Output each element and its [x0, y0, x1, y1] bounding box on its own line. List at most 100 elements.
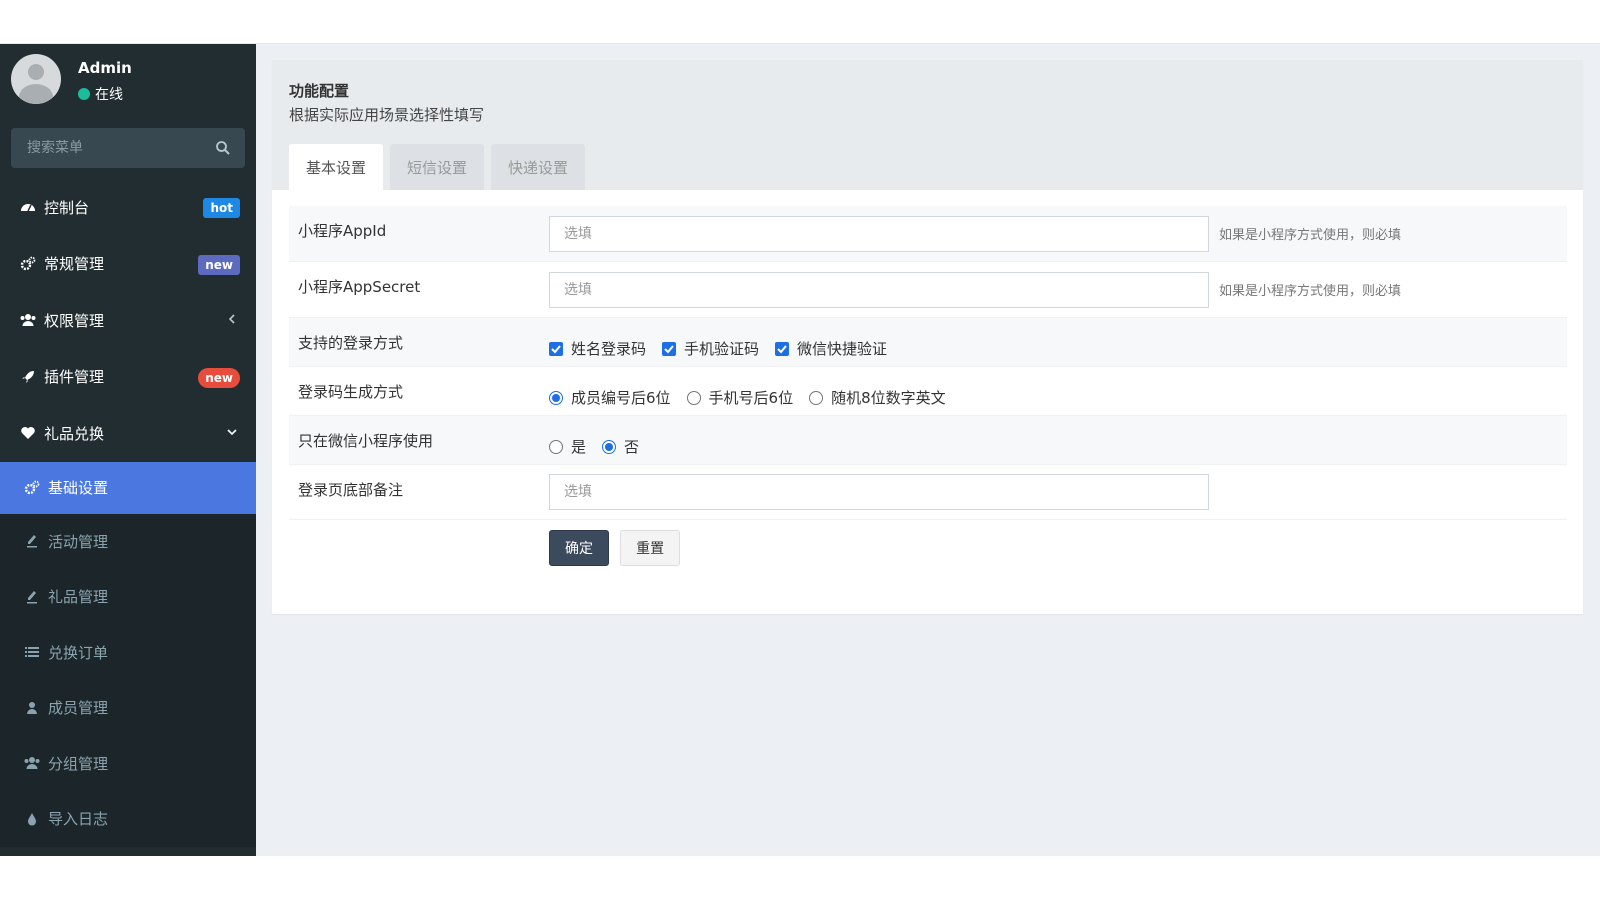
sidebar-item-label: 礼品管理 — [48, 588, 109, 607]
user-icon — [24, 700, 40, 716]
footer-note-input[interactable] — [549, 474, 1209, 510]
config-panel: 功能配置 根据实际应用场景选择性填写 基本设置 短信设置 快递设置 小程序App… — [272, 60, 1583, 614]
rocket-icon — [20, 369, 36, 385]
chevron-down-icon — [227, 429, 237, 436]
search-menu-input[interactable] — [11, 128, 211, 168]
gift-submenu: 基础设置 活动管理 礼品管理 兑换订单 成员管理 分组管理 导入日志 — [0, 461, 256, 847]
sidebar-item-gift[interactable]: 礼品兑换 — [0, 405, 256, 462]
radio-selected[interactable] — [549, 390, 563, 405]
login-method-sms-code[interactable]: 手机验证码 — [662, 338, 759, 359]
panel-header: 功能配置 根据实际应用场景选择性填写 基本设置 短信设置 快递设置 — [272, 60, 1583, 190]
sidebar-item-import-log[interactable]: 导入日志 — [0, 791, 256, 847]
sidebar-item-basic-settings[interactable]: 基础设置 — [0, 461, 256, 514]
option-label: 是 — [571, 438, 587, 456]
heart-icon — [20, 425, 36, 441]
drop-icon — [24, 811, 40, 827]
option-label: 微信快捷验证 — [797, 340, 888, 358]
sidebar-menu: 控制台 hot 常规管理 new 权限管理 插件管理 new 礼品兑换 基础设置… — [0, 179, 256, 847]
sidebar-item-addons[interactable]: 插件管理 new — [0, 349, 256, 406]
pencil-icon — [24, 589, 40, 605]
users-icon — [24, 755, 40, 771]
sidebar-item-label: 兑换订单 — [48, 643, 109, 662]
reset-button[interactable]: 重置 — [620, 530, 681, 566]
wechat-only-no[interactable]: 否 — [602, 436, 639, 457]
form-row-login-methods: 支持的登录方式 姓名登录码 手机验证码 微信快捷验证 — [289, 318, 1567, 367]
checkbox-checked[interactable] — [775, 341, 790, 356]
form-row-appsecret: 小程序AppSecret 如果是小程序方式使用，则必填 — [289, 262, 1567, 318]
new-badge: new — [198, 254, 240, 275]
submit-button[interactable]: 确定 — [549, 530, 609, 566]
option-label: 成员编号后6位 — [571, 389, 671, 407]
panel-subtitle: 根据实际应用场景选择性填写 — [289, 106, 485, 124]
user-status-label: 在线 — [95, 87, 123, 103]
sidebar-item-orders[interactable]: 兑换订单 — [0, 625, 256, 681]
search-icon[interactable] — [215, 140, 231, 156]
sidebar-item-label: 基础设置 — [48, 479, 109, 497]
chevron-left-icon — [228, 314, 235, 324]
radio-selected[interactable] — [602, 439, 617, 454]
avatar — [11, 54, 61, 104]
online-dot-icon — [78, 88, 90, 100]
sidebar-item-auth[interactable]: 权限管理 — [0, 292, 256, 349]
sidebar-search — [11, 128, 245, 168]
user-name: Admin — [78, 59, 132, 77]
radio-unselected[interactable] — [549, 439, 563, 454]
wechat-only-group: 是 否 — [549, 436, 655, 457]
sidebar-item-label: 礼品兑换 — [44, 424, 105, 443]
checkbox-checked[interactable] — [662, 341, 677, 356]
form-row-code-gen: 登录码生成方式 成员编号后6位 手机号后6位 随机8位数字英文 — [289, 367, 1567, 416]
appid-input[interactable] — [549, 216, 1209, 252]
sidebar-item-label: 权限管理 — [44, 311, 105, 330]
tab-basic-settings[interactable]: 基本设置 — [289, 144, 384, 190]
option-label: 手机验证码 — [684, 340, 760, 358]
checkbox-checked[interactable] — [549, 341, 563, 356]
gears-icon — [20, 256, 36, 272]
panel-title: 功能配置 — [289, 82, 350, 100]
sidebar-item-label: 插件管理 — [44, 368, 105, 387]
radio-unselected[interactable] — [809, 390, 824, 405]
sidebar: Admin 在线 控制台 hot 常规管理 new 权限管理 — [0, 44, 256, 856]
pencil-icon — [24, 533, 40, 549]
user-panel: Admin 在线 — [0, 44, 256, 124]
sidebar-item-label: 导入日志 — [48, 810, 109, 829]
form-row-footer-note: 登录页底部备注 — [289, 465, 1567, 520]
option-label: 手机号后6位 — [708, 389, 794, 407]
list-icon — [24, 644, 40, 660]
code-gen-random[interactable]: 随机8位数字英文 — [809, 387, 946, 408]
sidebar-item-dashboard[interactable]: 控制台 hot — [0, 179, 256, 236]
sidebar-item-members[interactable]: 成员管理 — [0, 680, 256, 736]
sidebar-item-groups[interactable]: 分组管理 — [0, 736, 256, 792]
wechat-only-label: 只在微信小程序使用 — [298, 432, 434, 450]
top-navbar — [0, 0, 1600, 44]
appid-label: 小程序AppId — [298, 222, 387, 240]
option-label: 否 — [624, 438, 640, 456]
appsecret-input[interactable] — [549, 272, 1209, 308]
hot-badge: hot — [203, 198, 240, 218]
appid-help: 如果是小程序方式使用，则必填 — [1219, 228, 1402, 243]
code-gen-group: 成员编号后6位 手机号后6位 随机8位数字英文 — [549, 387, 962, 408]
form-row-appid: 小程序AppId 如果是小程序方式使用，则必填 — [289, 206, 1567, 262]
radio-unselected[interactable] — [686, 390, 701, 405]
option-label: 姓名登录码 — [571, 340, 647, 358]
login-methods-group: 姓名登录码 手机验证码 微信快捷验证 — [549, 338, 903, 359]
code-gen-label: 登录码生成方式 — [298, 383, 404, 401]
code-gen-phone[interactable]: 手机号后6位 — [686, 387, 794, 408]
login-methods-label: 支持的登录方式 — [298, 334, 404, 352]
login-method-wechat[interactable]: 微信快捷验证 — [775, 338, 887, 359]
settings-form: 小程序AppId 如果是小程序方式使用，则必填 小程序AppSecret 如果是… — [289, 206, 1567, 580]
wechat-only-yes[interactable]: 是 — [549, 436, 586, 457]
form-actions: 确定 重置 — [289, 520, 1567, 580]
sidebar-item-label: 分组管理 — [48, 754, 109, 773]
dashboard-icon — [20, 199, 36, 215]
tab-bar: 基本设置 短信设置 快递设置 — [289, 144, 592, 190]
tab-express-settings[interactable]: 快递设置 — [491, 144, 586, 190]
sidebar-item-gifts[interactable]: 礼品管理 — [0, 569, 256, 625]
sidebar-item-general[interactable]: 常规管理 new — [0, 236, 256, 293]
sidebar-item-activity[interactable]: 活动管理 — [0, 514, 256, 570]
tab-sms-settings[interactable]: 短信设置 — [390, 144, 485, 190]
option-label: 随机8位数字英文 — [831, 389, 946, 407]
bottom-area — [0, 856, 1600, 900]
login-method-name-code[interactable]: 姓名登录码 — [549, 338, 646, 359]
code-gen-member-number[interactable]: 成员编号后6位 — [549, 387, 671, 408]
sidebar-item-label: 成员管理 — [48, 699, 109, 718]
